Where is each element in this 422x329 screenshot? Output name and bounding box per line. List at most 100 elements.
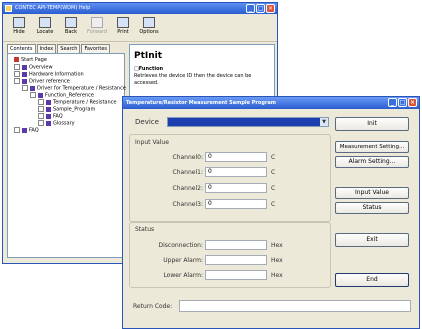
channel2-unit: C xyxy=(271,185,276,192)
topic-description: Retrieves the device ID then the device … xyxy=(134,73,252,86)
lower-alarm-field[interactable] xyxy=(205,270,267,280)
book-icon xyxy=(22,71,27,77)
channel1-unit: C xyxy=(271,169,276,176)
tree-item-temp-resistance[interactable]: Temperature / Resistance xyxy=(38,99,116,106)
channel2-label: Channel2: xyxy=(172,185,203,192)
topic-section-heading: □Function xyxy=(134,66,164,72)
measurement-setting-button[interactable]: Measurement Setting... xyxy=(335,141,409,153)
back-button[interactable]: Back xyxy=(61,16,81,39)
tree-item-faq-sub[interactable]: FAQ xyxy=(38,113,63,120)
input-value-button[interactable]: Input Value xyxy=(335,187,409,199)
help-content-pane: PtInit □Function Retrieves the device ID… xyxy=(129,44,275,101)
channel0-unit: C xyxy=(271,154,276,161)
tree-item-hardware[interactable]: Hardware Information xyxy=(14,71,84,78)
book-icon xyxy=(22,78,27,84)
tab-index[interactable]: Index xyxy=(36,44,57,53)
contents-tree: Start Page Overview Hardware Information… xyxy=(7,53,126,258)
help-toolbar: Hide Locate Back Forward Print Options xyxy=(3,14,277,42)
tab-favorites[interactable]: Favorites xyxy=(81,44,111,53)
disconnection-label: Disconnection: xyxy=(158,242,204,249)
channel1-field[interactable]: 0 xyxy=(205,167,267,177)
dialog-minimize-button[interactable]: _ xyxy=(388,98,397,107)
tree-item-overview[interactable]: Overview xyxy=(14,64,53,71)
book-icon xyxy=(22,64,27,70)
dialog-close-button[interactable]: × xyxy=(408,98,417,107)
options-button[interactable]: Options xyxy=(139,16,159,39)
book-icon xyxy=(38,92,43,98)
channel3-field[interactable]: 0 xyxy=(205,199,267,209)
upper-alarm-unit: Hex xyxy=(271,257,283,264)
help-title-bar[interactable]: CONTEC API-TEMP(WDM) Help _ □ × xyxy=(3,3,277,14)
device-dropdown[interactable]: ▼ xyxy=(167,117,329,127)
disconnection-field[interactable] xyxy=(205,240,267,250)
alarm-setting-button[interactable]: Alarm Setting... xyxy=(335,156,409,168)
tab-contents[interactable]: Contents xyxy=(7,44,36,53)
hide-icon xyxy=(13,17,25,28)
status-button[interactable]: Status xyxy=(335,202,409,214)
dialog-title-bar[interactable]: Temperature/Resistor Measurement Sample … xyxy=(123,97,419,109)
lower-alarm-unit: Hex xyxy=(271,272,283,279)
collapse-icon[interactable] xyxy=(14,78,20,84)
tree-item-driver-reference[interactable]: Driver reference xyxy=(14,78,70,85)
end-button[interactable]: End xyxy=(335,273,409,287)
options-icon xyxy=(143,17,155,28)
return-code-field[interactable] xyxy=(179,300,411,312)
tab-search[interactable]: Search xyxy=(57,44,81,53)
upper-alarm-label: Upper Alarm: xyxy=(163,257,203,264)
tree-item-faq[interactable]: FAQ xyxy=(14,127,39,134)
print-button[interactable]: Print xyxy=(113,16,133,39)
disconnection-unit: Hex xyxy=(271,242,283,249)
help-window-title: CONTEC API-TEMP(WDM) Help xyxy=(15,5,91,11)
tree-item-driver-temp[interactable]: Driver for Temperature / Resistance xyxy=(22,85,126,92)
dialog-maximize-button[interactable]: □ xyxy=(398,98,407,107)
back-arrow-icon xyxy=(65,17,77,28)
collapse-icon[interactable] xyxy=(30,92,36,98)
help-app-icon xyxy=(5,5,12,12)
help-tabs: Contents Index Search Favorites xyxy=(7,44,111,53)
status-group-label: Status xyxy=(135,226,155,233)
maximize-button[interactable]: □ xyxy=(256,4,265,13)
printer-icon xyxy=(117,17,129,28)
expand-icon[interactable] xyxy=(14,127,20,133)
tree-item-sample-program[interactable]: Sample_Program xyxy=(38,106,95,113)
tree-item-function-reference[interactable]: Function_Reference xyxy=(30,92,94,99)
channel3-unit: C xyxy=(271,201,276,208)
close-button[interactable]: × xyxy=(266,4,275,13)
channel1-label: Channel1: xyxy=(172,169,203,176)
forward-arrow-icon xyxy=(91,17,103,28)
book-icon xyxy=(46,99,51,105)
expand-icon[interactable] xyxy=(38,99,44,105)
expand-icon[interactable] xyxy=(38,106,44,112)
locate-button[interactable]: Locate xyxy=(35,16,55,39)
tree-item-start-page[interactable]: Start Page xyxy=(14,57,47,64)
tree-item-glossary[interactable]: Glossary xyxy=(38,120,75,127)
dialog-title: Temperature/Resistor Measurement Sample … xyxy=(126,100,276,106)
topic-title: PtInit xyxy=(134,51,163,61)
minimize-button[interactable]: _ xyxy=(246,4,255,13)
book-icon xyxy=(46,120,51,126)
book-icon xyxy=(22,127,27,133)
input-value-group-label: Input Value xyxy=(135,139,169,146)
channel2-field[interactable]: 0 xyxy=(205,183,267,193)
chevron-down-icon[interactable]: ▼ xyxy=(320,118,328,126)
book-icon xyxy=(46,113,51,119)
channel3-label: Channel3: xyxy=(172,201,203,208)
upper-alarm-field[interactable] xyxy=(205,255,267,265)
exit-button[interactable]: Exit xyxy=(335,233,409,247)
forward-button[interactable]: Forward xyxy=(87,16,107,39)
init-button[interactable]: Init xyxy=(335,117,409,131)
expand-icon[interactable] xyxy=(14,64,20,70)
sample-program-dialog: Temperature/Resistor Measurement Sample … xyxy=(122,96,420,329)
collapse-icon[interactable] xyxy=(22,85,28,91)
return-code-label: Return Code: xyxy=(133,303,173,310)
hide-button[interactable]: Hide xyxy=(9,16,29,39)
expand-icon[interactable] xyxy=(14,71,20,77)
expand-icon[interactable] xyxy=(38,113,44,119)
book-icon xyxy=(46,106,51,112)
expand-icon[interactable] xyxy=(38,120,44,126)
channel0-label: Channel0: xyxy=(172,154,203,161)
lower-alarm-label: Lower Alarm: xyxy=(163,272,203,279)
locate-icon xyxy=(39,17,51,28)
page-icon xyxy=(14,57,19,62)
channel0-field[interactable]: 0 xyxy=(205,152,267,162)
